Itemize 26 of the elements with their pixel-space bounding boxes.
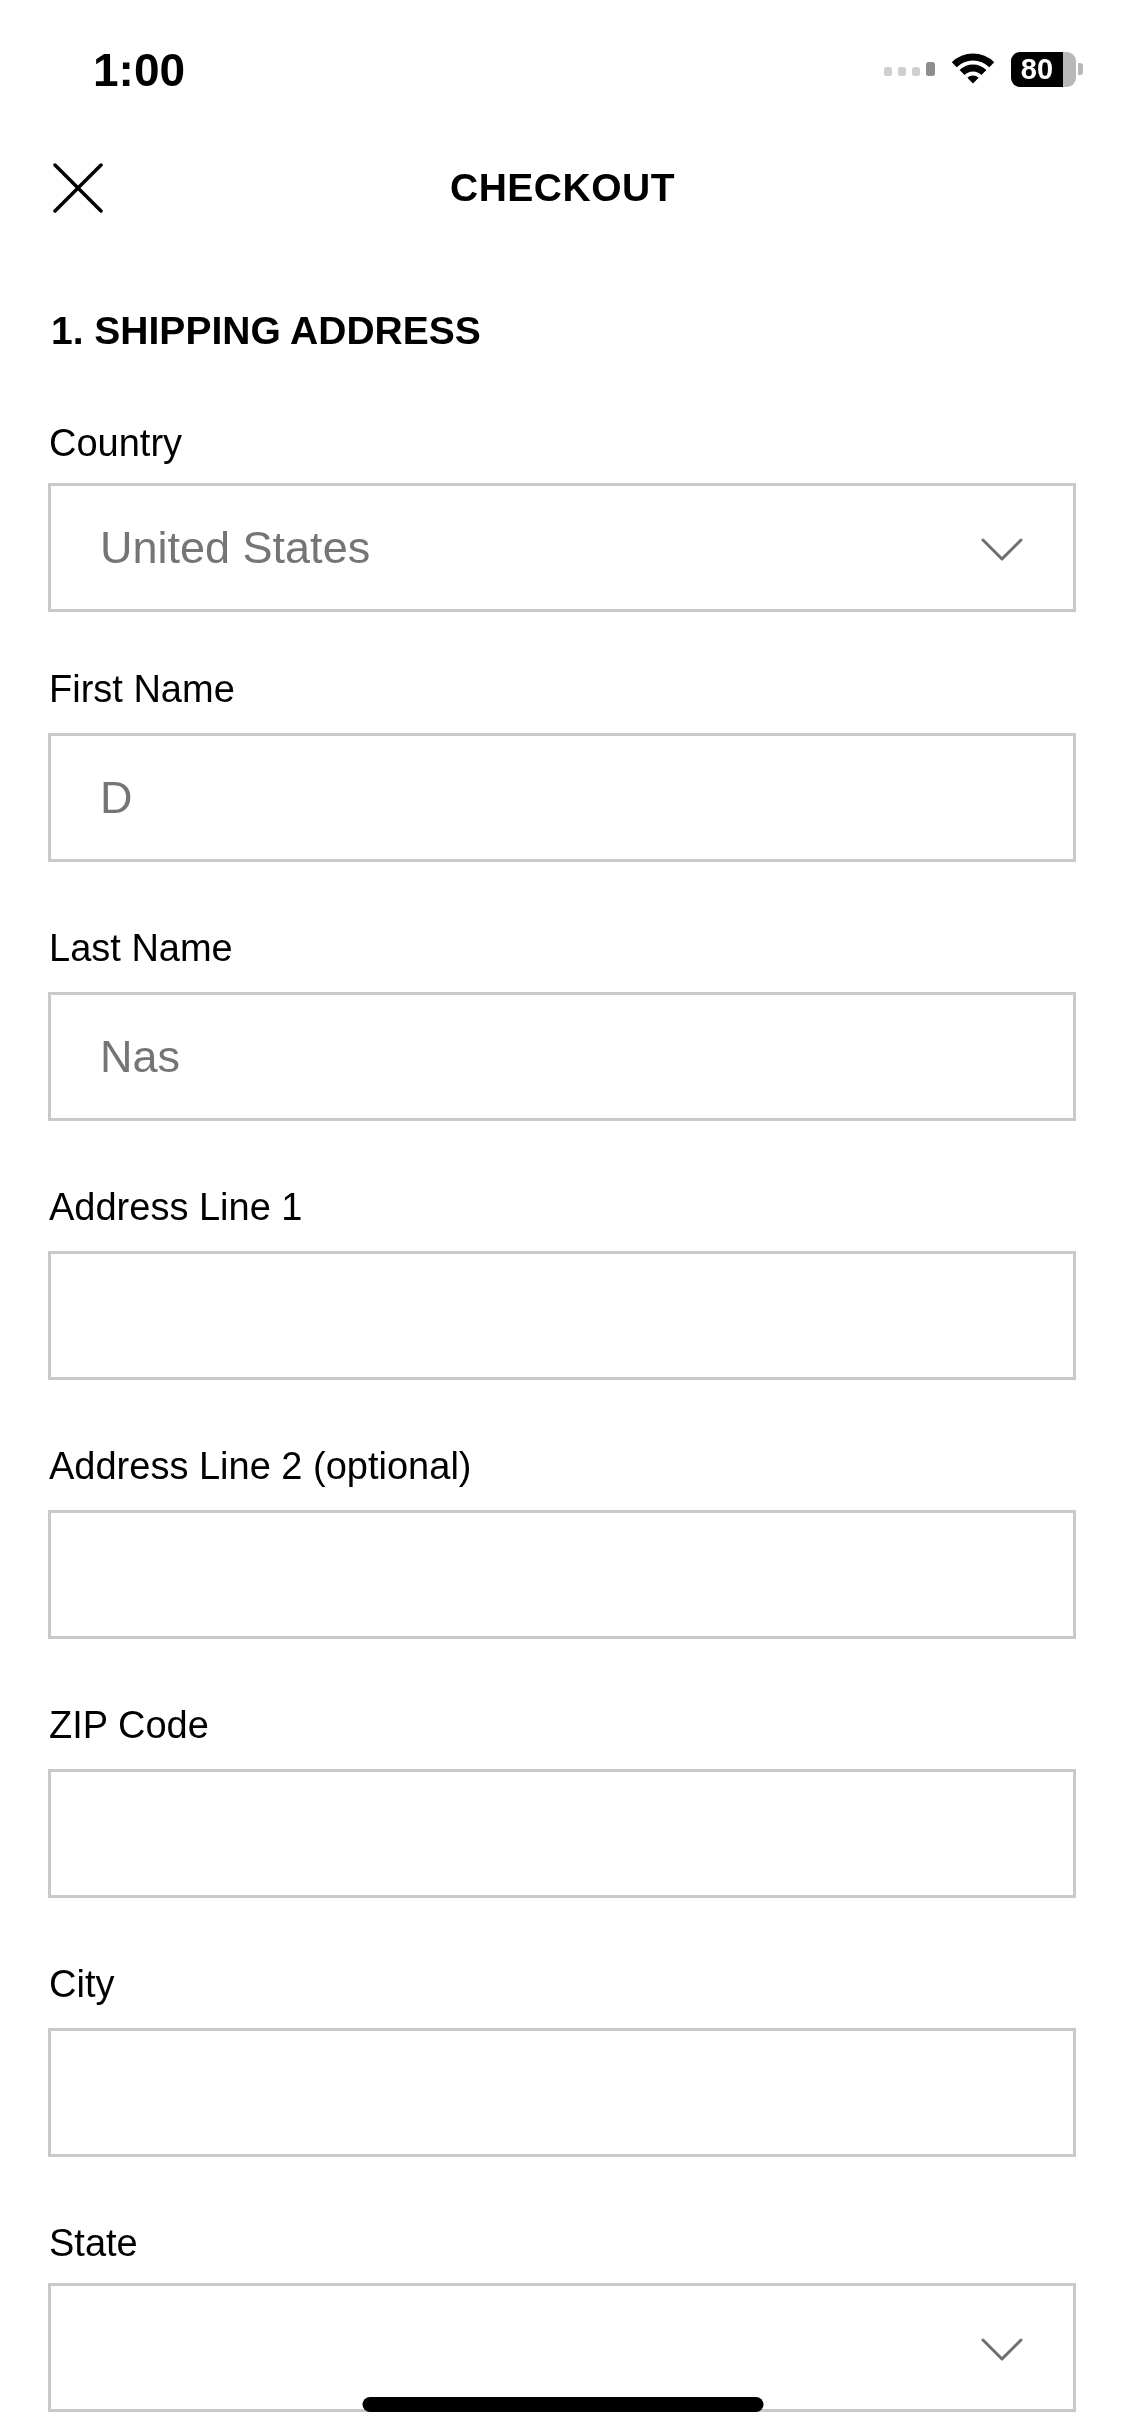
field-label: City <box>49 1962 116 2007</box>
status-time: 1:00 <box>93 47 186 93</box>
text-field[interactable]: D <box>48 733 1076 862</box>
page-title: CHECKOUT <box>450 164 675 211</box>
chevron-down-icon <box>981 2337 1023 2362</box>
dropdown-field[interactable] <box>48 2283 1076 2412</box>
section-heading: 1. SHIPPING ADDRESS <box>51 308 482 354</box>
text-field[interactable] <box>48 1769 1076 1898</box>
signal-icon <box>884 62 935 76</box>
text-field[interactable] <box>48 2028 1076 2157</box>
close-icon <box>53 163 103 213</box>
field-label: State <box>49 2221 139 2266</box>
close-button[interactable] <box>53 163 103 213</box>
field-label: First Name <box>49 667 236 712</box>
battery-indicator: 80 <box>1011 51 1083 87</box>
chevron-down-icon <box>981 537 1023 562</box>
text-field[interactable] <box>48 1251 1076 1380</box>
dropdown-field[interactable]: United States <box>48 483 1076 612</box>
field-label: Country <box>49 421 184 466</box>
field-label: Address Line 2 (optional) <box>49 1444 473 1489</box>
field-label: Last Name <box>49 926 234 971</box>
field-label: ZIP Code <box>49 1703 210 1748</box>
text-field[interactable]: Nas <box>48 992 1076 1121</box>
text-field[interactable] <box>48 1510 1076 1639</box>
field-label: Address Line 1 <box>49 1185 304 1230</box>
wifi-icon <box>950 53 996 85</box>
